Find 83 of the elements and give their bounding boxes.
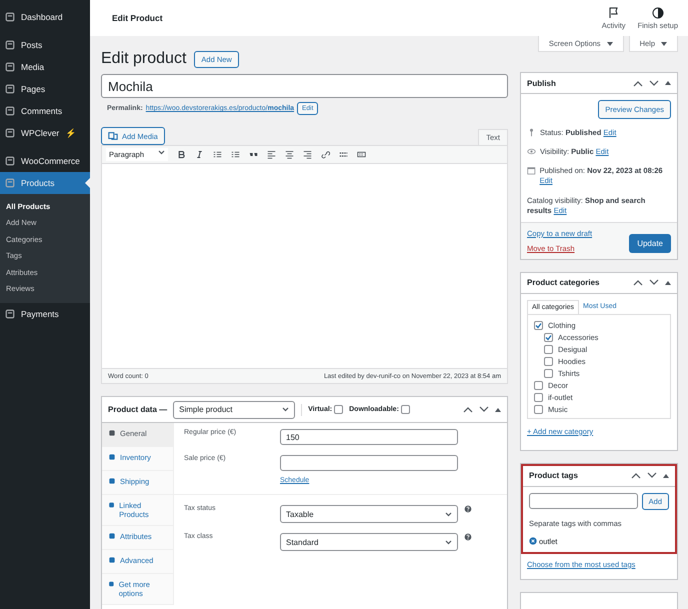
media-icon bbox=[108, 131, 118, 141]
sidebar-item[interactable]: Media bbox=[0, 56, 90, 78]
tag-field[interactable] bbox=[529, 492, 638, 509]
collapse-icon[interactable] bbox=[495, 408, 501, 412]
price-field[interactable] bbox=[280, 455, 458, 471]
menu-icon bbox=[5, 62, 15, 72]
checkbox[interactable] bbox=[534, 392, 543, 402]
menu-icon bbox=[5, 106, 15, 116]
checkbox[interactable] bbox=[400, 405, 410, 414]
menu-label: Products bbox=[21, 178, 55, 188]
menu-icon bbox=[5, 156, 15, 166]
checkbox[interactable] bbox=[534, 380, 543, 390]
product-type-select[interactable]: Simple product bbox=[173, 400, 296, 418]
panel-title: Publish bbox=[527, 78, 556, 88]
remove-icon bbox=[529, 537, 537, 546]
move-up-icon[interactable] bbox=[463, 406, 473, 413]
checkbox[interactable] bbox=[544, 332, 553, 342]
menu-label: WooCommerce bbox=[21, 156, 80, 166]
menu-label: Media bbox=[21, 62, 44, 72]
move-down-icon[interactable] bbox=[479, 406, 489, 413]
checkbox[interactable] bbox=[534, 404, 543, 414]
collapse-icon[interactable] bbox=[665, 280, 671, 285]
sidebar-item[interactable]: WPClever ⚡ bbox=[0, 122, 90, 144]
panel-title: Product categories bbox=[527, 278, 600, 288]
move-down-icon[interactable] bbox=[649, 80, 659, 86]
menu-label: Dashboard bbox=[21, 12, 63, 22]
sidebar-item[interactable]: Pages bbox=[0, 78, 90, 100]
menu-label: Payments bbox=[21, 309, 59, 319]
align-center-icon bbox=[285, 150, 294, 159]
collapse-icon[interactable] bbox=[665, 81, 671, 85]
menu-label: Pages bbox=[21, 84, 46, 94]
pin-icon bbox=[527, 128, 536, 137]
italic-icon bbox=[195, 150, 204, 159]
move-down-icon[interactable] bbox=[647, 472, 657, 480]
keyboard-icon bbox=[357, 150, 366, 159]
menu-label: Comments bbox=[21, 106, 62, 116]
bold-icon bbox=[177, 150, 186, 159]
move-up-icon[interactable] bbox=[631, 472, 641, 480]
lightning-label: ⚡ bbox=[65, 128, 76, 138]
menu-label: Posts bbox=[21, 40, 42, 50]
quote-icon bbox=[249, 150, 258, 159]
align-left-icon bbox=[267, 150, 276, 159]
help-icon bbox=[464, 505, 472, 513]
menu-icon bbox=[5, 40, 15, 50]
eye-icon bbox=[527, 147, 536, 156]
page-title: Edit Product bbox=[112, 13, 163, 23]
move-down-icon[interactable] bbox=[649, 279, 659, 286]
menu-icon bbox=[5, 309, 15, 319]
flag-icon bbox=[608, 6, 620, 18]
sidebar-item[interactable]: Products bbox=[0, 172, 90, 194]
menu-icon bbox=[5, 178, 15, 188]
price-field[interactable]: 150 bbox=[280, 429, 458, 445]
sidebar-item[interactable]: Comments bbox=[0, 100, 90, 122]
calendar-icon bbox=[527, 166, 536, 176]
page-heading: Edit product bbox=[101, 50, 186, 68]
sidebar-item[interactable]: Posts bbox=[0, 34, 90, 56]
checkbox[interactable] bbox=[534, 320, 543, 330]
menu-label: WPClever bbox=[21, 128, 60, 138]
menu-icon bbox=[5, 12, 15, 22]
update-button[interactable]: Update bbox=[629, 234, 671, 253]
menu-icon bbox=[5, 84, 15, 94]
panel-title: Product data — bbox=[108, 405, 168, 414]
align-right-icon bbox=[303, 150, 312, 159]
collapse-icon[interactable] bbox=[663, 474, 669, 478]
sidebar-item[interactable]: Payments bbox=[0, 303, 90, 325]
progress-circle-icon bbox=[652, 6, 664, 18]
select-field[interactable]: Standard bbox=[280, 533, 458, 551]
checkbox[interactable] bbox=[334, 405, 344, 414]
help-icon bbox=[464, 533, 472, 541]
sidebar-item[interactable]: Dashboard bbox=[0, 6, 90, 28]
checkbox[interactable] bbox=[544, 344, 553, 354]
more-icon bbox=[339, 150, 348, 159]
checkbox[interactable] bbox=[544, 368, 553, 378]
menu-icon bbox=[5, 128, 15, 138]
sidebar-item[interactable]: WooCommerce bbox=[0, 150, 90, 172]
checkbox[interactable] bbox=[544, 356, 553, 366]
panel-title: Product tags bbox=[529, 471, 578, 480]
numbered-list-icon bbox=[231, 150, 240, 159]
title-field[interactable]: Mochila bbox=[101, 74, 508, 98]
bullet-list-icon bbox=[213, 150, 222, 159]
select-field[interactable]: Taxable bbox=[280, 505, 458, 523]
move-up-icon[interactable] bbox=[633, 279, 643, 286]
move-up-icon[interactable] bbox=[633, 80, 643, 86]
